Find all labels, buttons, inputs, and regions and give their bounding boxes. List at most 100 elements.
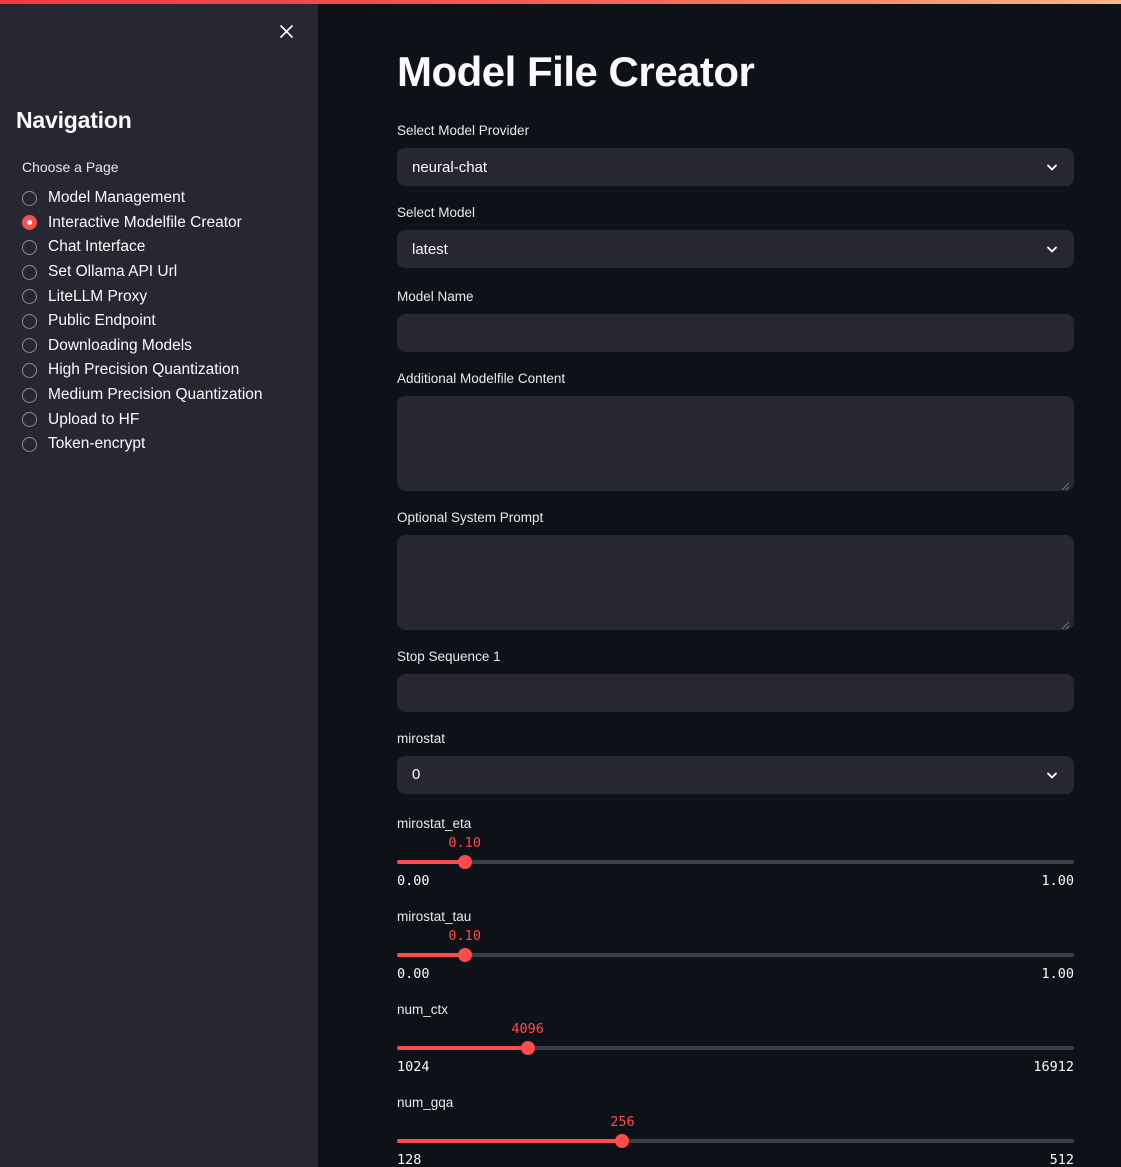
field-model: Select Model latest (397, 204, 1074, 269)
field-stop-sequence-1: Stop Sequence 1 (397, 648, 1074, 712)
stop-sequence-1-label: Stop Sequence 1 (397, 648, 501, 664)
slider-value: 256 (610, 1113, 635, 1130)
sidebar-item-label: LiteLLM Proxy (48, 287, 148, 305)
slider-track-area[interactable] (397, 1133, 1074, 1149)
radio-icon (22, 338, 37, 354)
sidebar-item-label: Interactive Modelfile Creator (48, 213, 242, 231)
slider-thumb[interactable] (520, 1040, 535, 1055)
radio-selected-icon (22, 215, 37, 231)
page-radio-group[interactable]: Model Management Interactive Modelfile C… (16, 186, 302, 457)
provider-selected-value: neural-chat (412, 158, 488, 176)
slider-fill (397, 1045, 528, 1050)
radio-icon (22, 387, 37, 403)
slider-mirostat-tau: mirostat_tau 0.10 0.00 1.00 (397, 909, 1074, 982)
radio-icon (22, 190, 37, 206)
mirostat-select[interactable]: 0 (397, 755, 1074, 794)
model-label: Select Model (397, 205, 476, 221)
slider-fill (397, 952, 465, 957)
chevron-down-icon (1045, 242, 1059, 256)
sidebar: Navigation Choose a Page Model Managemen… (0, 0, 318, 1167)
field-model-name: Model Name (397, 288, 1074, 352)
additional-content-label: Additional Modelfile Content (397, 370, 566, 386)
slider-thumb[interactable] (457, 947, 472, 962)
sidebar-item-label: Upload to HF (48, 410, 140, 428)
field-mirostat: mirostat 0 (397, 730, 1074, 794)
sidebar-item-upload-to-hf[interactable]: Upload to HF (22, 407, 302, 432)
sidebar-content: Navigation Choose a Page Model Managemen… (0, 107, 318, 457)
slider-min-label: 0.00 (397, 965, 430, 982)
radio-icon (22, 239, 37, 255)
sidebar-item-medium-precision-quantization[interactable]: Medium Precision Quantization (22, 383, 302, 408)
provider-label: Select Model Provider (397, 123, 530, 139)
field-provider: Select Model Provider neural-chat (397, 122, 1074, 187)
mirostat-selected-value: 0 (412, 766, 421, 784)
sidebar-item-label: Public Endpoint (48, 312, 156, 330)
slider-value: 0.10 (448, 927, 481, 944)
model-name-input[interactable] (397, 313, 1074, 352)
slider-thumb[interactable] (615, 1133, 630, 1148)
slider-max-label: 512 (1049, 1151, 1074, 1167)
sidebar-item-set-ollama-api-url[interactable]: Set Ollama API Url (22, 260, 302, 285)
slider-fill (397, 859, 465, 864)
slider-value: 0.10 (448, 834, 481, 851)
sidebar-item-label: Token-encrypt (48, 435, 146, 453)
sidebar-item-label: Medium Precision Quantization (48, 386, 263, 404)
slider-value: 4096 (511, 1020, 544, 1037)
slider-label: mirostat_eta (397, 815, 472, 831)
slider-track (397, 952, 1074, 957)
close-sidebar-button[interactable] (269, 14, 303, 48)
slider-num-gqa: num_gqa 256 128 512 (397, 1095, 1074, 1167)
field-optional-system-prompt: Optional System Prompt (397, 509, 1074, 630)
sidebar-item-label: Model Management (48, 189, 185, 207)
system-prompt-label: Optional System Prompt (397, 509, 544, 525)
navigation-heading: Navigation (16, 107, 132, 133)
top-accent-bar (0, 0, 1121, 4)
slider-track-area[interactable] (397, 947, 1074, 963)
provider-select[interactable]: neural-chat (397, 148, 1074, 187)
slider-max-label: 16912 (1033, 1058, 1074, 1075)
sidebar-item-downloading-models[interactable]: Downloading Models (22, 334, 302, 359)
sidebar-item-label: Downloading Models (48, 336, 192, 354)
slider-track (397, 859, 1074, 864)
chevron-down-icon (1045, 768, 1059, 782)
model-select[interactable]: latest (397, 230, 1074, 269)
close-icon (279, 24, 294, 39)
model-name-label: Model Name (397, 289, 474, 305)
radio-icon (22, 436, 37, 452)
choose-a-page-label: Choose a Page (22, 159, 119, 175)
slider-mirostat-eta: mirostat_eta 0.10 0.00 1.00 (397, 816, 1074, 889)
sidebar-item-model-management[interactable]: Model Management (22, 186, 302, 211)
stop-sequence-1-input[interactable] (397, 673, 1074, 712)
main-content: Model File Creator Select Model Provider… (318, 0, 1121, 1167)
page-title: Model File Creator (397, 48, 755, 95)
sidebar-item-litellm-proxy[interactable]: LiteLLM Proxy (22, 284, 302, 309)
sidebar-item-high-precision-quantization[interactable]: High Precision Quantization (22, 358, 302, 383)
slider-track-area[interactable] (397, 1040, 1074, 1056)
slider-min-label: 128 (397, 1151, 422, 1167)
sidebar-item-chat-interface[interactable]: Chat Interface (22, 235, 302, 260)
slider-label: mirostat_tau (397, 908, 472, 924)
slider-track-area[interactable] (397, 854, 1074, 870)
slider-label: num_gqa (397, 1094, 454, 1110)
optional-system-prompt-textarea[interactable] (397, 534, 1074, 630)
radio-icon (22, 264, 37, 280)
slider-label: num_ctx (397, 1001, 449, 1017)
slider-thumb[interactable] (457, 854, 472, 869)
radio-icon (22, 362, 37, 378)
sidebar-item-token-encrypt[interactable]: Token-encrypt (22, 432, 302, 457)
radio-icon (22, 313, 37, 329)
sidebar-item-label: High Precision Quantization (48, 361, 240, 379)
field-additional-modelfile-content: Additional Modelfile Content (397, 370, 1074, 491)
model-selected-value: latest (412, 240, 448, 258)
sidebar-item-interactive-modelfile-creator[interactable]: Interactive Modelfile Creator (22, 211, 302, 236)
mirostat-label: mirostat (397, 730, 446, 746)
app-root: Navigation Choose a Page Model Managemen… (0, 0, 1121, 1167)
radio-icon (22, 412, 37, 428)
slider-num-ctx: num_ctx 4096 1024 16912 (397, 1002, 1074, 1075)
chevron-down-icon (1045, 160, 1059, 174)
sidebar-item-public-endpoint[interactable]: Public Endpoint (22, 309, 302, 334)
slider-max-label: 1.00 (1041, 872, 1074, 889)
sidebar-item-label: Set Ollama API Url (48, 263, 178, 281)
additional-modelfile-content-textarea[interactable] (397, 395, 1074, 491)
slider-min-label: 0.00 (397, 872, 430, 889)
